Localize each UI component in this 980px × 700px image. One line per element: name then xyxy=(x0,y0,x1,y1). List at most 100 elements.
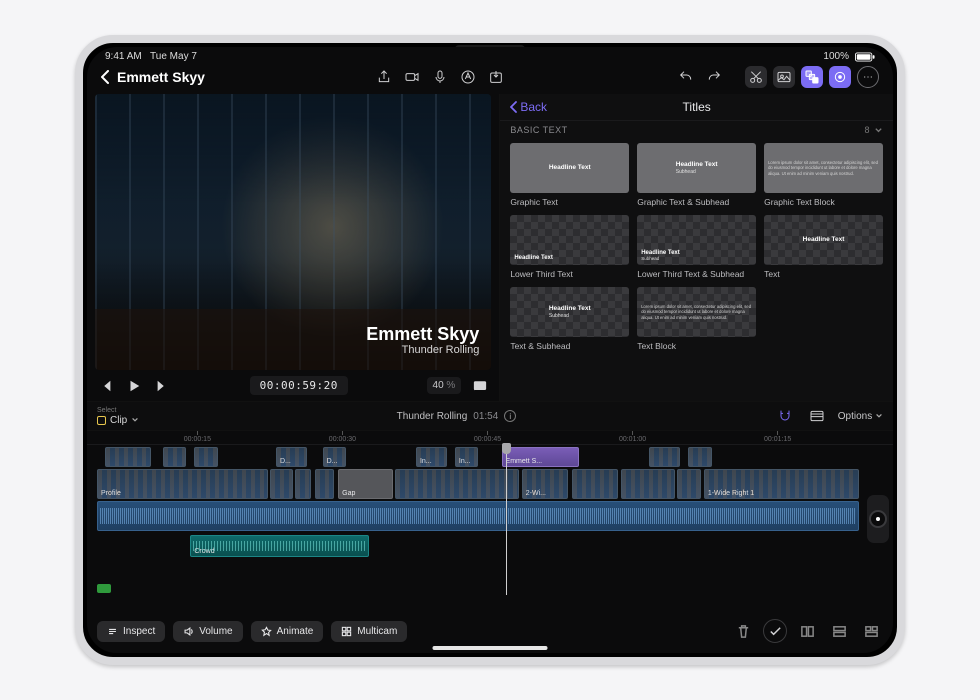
section-count: 8 xyxy=(864,125,883,135)
zoom-value[interactable]: 40 % xyxy=(427,377,462,394)
prev-frame-icon[interactable] xyxy=(97,377,115,395)
ipad-frame: 9:41 AM Tue May 7 100% Emmett Skyy xyxy=(75,35,905,665)
titles-browser-icon[interactable] xyxy=(801,66,823,88)
primary-clip[interactable]: Profile xyxy=(97,469,268,499)
title-preset[interactable]: Headline TextLower Third Text xyxy=(510,215,629,279)
panel-section-header[interactable]: BASIC TEXT 8 xyxy=(500,121,893,137)
music-clip[interactable]: Crowd xyxy=(190,535,369,557)
panel-header: Back Titles xyxy=(500,94,893,121)
timeline[interactable]: 00:00:1500:00:3000:00:4500:01:0000:01:15… xyxy=(87,431,893,613)
title-preset[interactable]: Headline TextText xyxy=(764,215,883,279)
title-preset-label: Text xyxy=(764,269,883,279)
volume-button[interactable]: Volume xyxy=(173,621,242,642)
timeline-info-icon[interactable]: i xyxy=(504,410,516,422)
titles-grid: Headline TextGraphic TextHeadline TextSu… xyxy=(500,137,893,361)
timeline-title: Thunder Rolling xyxy=(397,411,468,422)
more-icon[interactable]: ⋯ xyxy=(857,66,879,88)
layout-1-icon[interactable] xyxy=(795,619,819,643)
timecode-display[interactable]: 00:00:59:20 xyxy=(250,376,348,395)
confirm-icon[interactable] xyxy=(763,619,787,643)
primary-clip[interactable] xyxy=(295,469,311,499)
inspect-button[interactable]: Inspect xyxy=(97,621,165,642)
connected-clip[interactable] xyxy=(163,447,186,467)
audio-clip[interactable] xyxy=(97,501,859,531)
display-options-icon[interactable] xyxy=(471,377,489,395)
snapping-icon[interactable] xyxy=(774,405,796,427)
title-preset-label: Text & Subhead xyxy=(510,341,629,351)
panel-back-button[interactable]: Back xyxy=(510,100,547,114)
primary-clip[interactable] xyxy=(270,469,293,499)
lower-third-overlay: Emmett Skyy Thunder Rolling xyxy=(366,325,479,356)
clip-chip-icon xyxy=(97,416,106,425)
camera-icon[interactable] xyxy=(401,66,423,88)
title-preset-label: Graphic Text xyxy=(510,197,629,207)
layout-3-icon[interactable] xyxy=(859,619,883,643)
title-clip[interactable]: Emmett S... xyxy=(502,447,580,467)
text-tool-icon[interactable] xyxy=(457,66,479,88)
inspector-icon[interactable] xyxy=(829,66,851,88)
layout-2-icon[interactable] xyxy=(827,619,851,643)
back-to-projects[interactable]: Emmett Skyy xyxy=(101,69,205,85)
play-icon[interactable] xyxy=(125,377,143,395)
mic-icon[interactable] xyxy=(429,66,451,88)
overlay-title: Emmett Skyy xyxy=(366,325,479,344)
titles-panel: Back Titles BASIC TEXT 8 Headline TextGr… xyxy=(499,94,893,401)
section-name: BASIC TEXT xyxy=(510,125,567,135)
cut-tool-icon[interactable] xyxy=(745,66,767,88)
primary-clip[interactable] xyxy=(621,469,675,499)
timeline-ruler[interactable]: 00:00:1500:00:3000:00:4500:01:0000:01:15 xyxy=(87,431,893,445)
connected-clip[interactable]: In... xyxy=(455,447,478,467)
title-preset[interactable]: Lorem ipsum dolor sit amet, consectetur … xyxy=(637,287,756,351)
status-date: Tue May 7 xyxy=(150,51,197,62)
animate-button[interactable]: Animate xyxy=(251,621,324,642)
status-time: 9:41 AM xyxy=(105,51,142,62)
title-preset[interactable]: Lorem ipsum dolor sit amet, consectetur … xyxy=(764,143,883,207)
jog-dial[interactable] xyxy=(867,495,889,543)
home-indicator[interactable] xyxy=(433,646,548,650)
title-preset[interactable]: Headline TextSubheadGraphic Text & Subhe… xyxy=(637,143,756,207)
connected-clip[interactable]: D... xyxy=(276,447,307,467)
title-preset[interactable]: Headline TextGraphic Text xyxy=(510,143,629,207)
status-bar: 9:41 AM Tue May 7 100% xyxy=(87,47,893,64)
playhead[interactable] xyxy=(506,445,507,595)
primary-clip[interactable] xyxy=(572,469,619,499)
timeline-duration: 01:54 xyxy=(473,411,498,422)
screen: 9:41 AM Tue May 7 100% Emmett Skyy xyxy=(87,47,893,653)
connected-clip[interactable] xyxy=(105,447,152,467)
connected-clip[interactable] xyxy=(649,447,680,467)
project-title: Emmett Skyy xyxy=(117,69,205,85)
redo-icon[interactable] xyxy=(703,66,725,88)
timeline-options: Options xyxy=(774,405,883,427)
index-icon[interactable] xyxy=(806,405,828,427)
timeline-tracks[interactable]: D... D... In... In... Emmett S... Profil… xyxy=(87,445,893,595)
connected-clip[interactable]: In... xyxy=(416,447,447,467)
select-mode[interactable]: Select Clip xyxy=(97,407,139,426)
primary-clip[interactable] xyxy=(395,469,519,499)
marker[interactable] xyxy=(97,584,111,593)
ruler-mark: 00:01:15 xyxy=(764,431,791,444)
panel-title: Titles xyxy=(683,100,711,114)
connected-clip[interactable] xyxy=(194,447,217,467)
media-icon[interactable] xyxy=(773,66,795,88)
primary-clip[interactable]: 2-Wi... xyxy=(522,469,569,499)
connected-clip[interactable] xyxy=(688,447,711,467)
transport-bar: 00:00:59:20 40 % xyxy=(87,370,499,401)
share-icon[interactable] xyxy=(373,66,395,88)
next-frame-icon[interactable] xyxy=(153,377,171,395)
video-viewer[interactable]: Emmett Skyy Thunder Rolling xyxy=(95,94,491,370)
trash-icon[interactable] xyxy=(731,619,755,643)
primary-clip[interactable]: 1-Wide Right 1 xyxy=(704,469,860,499)
app-toolbar: Emmett Skyy ⋯ xyxy=(87,64,893,94)
viewer-pane: Emmett Skyy Thunder Rolling 00:00:59:20 … xyxy=(87,94,499,401)
undo-icon[interactable] xyxy=(675,66,697,88)
primary-clip[interactable] xyxy=(315,469,334,499)
overlay-subtitle: Thunder Rolling xyxy=(366,344,479,356)
primary-clip[interactable] xyxy=(677,469,700,499)
import-icon[interactable] xyxy=(485,66,507,88)
title-preset[interactable]: Headline TextSubheadText & Subhead xyxy=(510,287,629,351)
title-preset[interactable]: Headline TextSubheadLower Third Text & S… xyxy=(637,215,756,279)
connected-clip[interactable]: D... xyxy=(323,447,346,467)
options-menu[interactable]: Options xyxy=(838,411,883,422)
multicam-button[interactable]: Multicam xyxy=(331,621,407,642)
gap-clip[interactable]: Gap xyxy=(338,469,392,499)
